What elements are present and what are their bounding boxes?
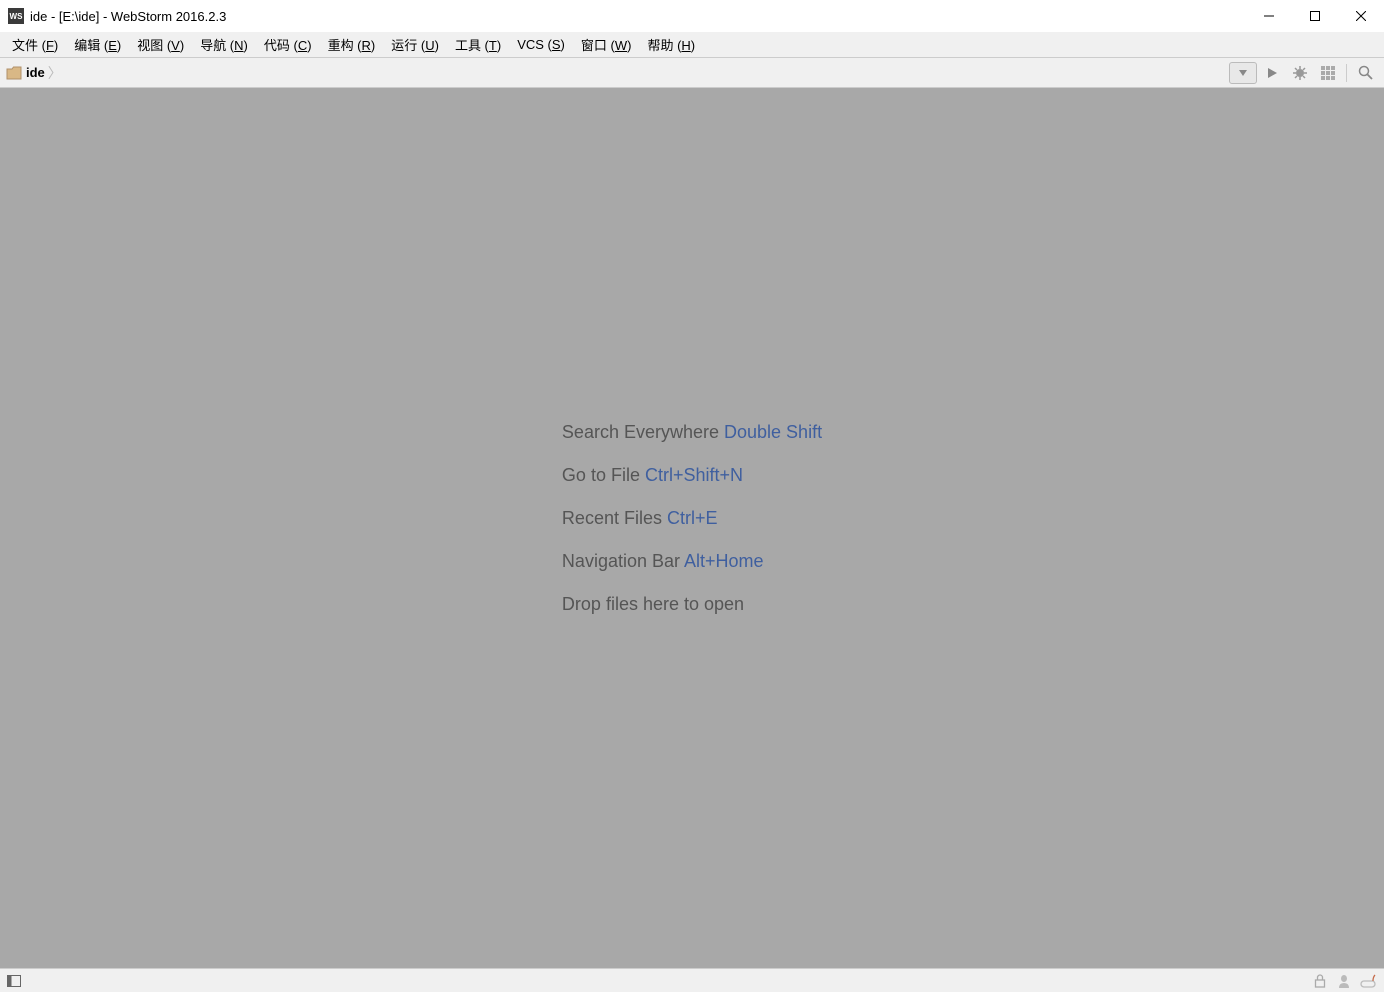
run-config-dropdown[interactable] [1229, 62, 1257, 84]
titlebar: WS ide - [E:\ide] - WebStorm 2016.2.3 [0, 0, 1384, 32]
menu-file[interactable]: 文件 (F) [4, 33, 66, 56]
editor-hints: Search Everywhere Double Shift Go to Fil… [562, 422, 822, 637]
menu-window[interactable]: 窗口 (W) [573, 33, 640, 56]
folder-icon [6, 66, 22, 80]
maximize-button[interactable] [1292, 0, 1338, 32]
menu-run[interactable]: 运行 (U) [383, 33, 447, 56]
statusbar [0, 968, 1384, 992]
hint-drop-files: Drop files here to open [562, 594, 822, 615]
editor-area[interactable]: Search Everywhere Double Shift Go to Fil… [0, 88, 1384, 968]
hint-navigation-bar: Navigation Bar Alt+Home [562, 551, 822, 572]
window-controls [1246, 0, 1384, 32]
hector-icon[interactable] [1358, 971, 1378, 991]
run-button[interactable] [1259, 62, 1285, 84]
menu-tools[interactable]: 工具 (T) [447, 33, 509, 56]
menu-vcs[interactable]: VCS (S) [509, 35, 573, 54]
navigation-bar: ide 〉 [0, 58, 1384, 88]
menu-view[interactable]: 视图 (V) [129, 33, 192, 56]
search-button[interactable] [1352, 62, 1378, 84]
menu-refactor[interactable]: 重构 (R) [320, 33, 384, 56]
menu-help[interactable]: 帮助 (H) [639, 33, 703, 56]
menu-navigate[interactable]: 导航 (N) [192, 33, 256, 56]
hint-go-to-file: Go to File Ctrl+Shift+N [562, 465, 822, 486]
hint-recent-files: Recent Files Ctrl+E [562, 508, 822, 529]
toolbar-right [1229, 62, 1378, 84]
separator [1346, 64, 1347, 82]
chevron-right-icon: 〉 [48, 63, 62, 83]
lock-icon[interactable] [1310, 971, 1330, 991]
toolwindow-toggle-button[interactable] [6, 973, 22, 989]
window-title: ide - [E:\ide] - WebStorm 2016.2.3 [30, 9, 226, 24]
menubar: 文件 (F) 编辑 (E) 视图 (V) 导航 (N) 代码 (C) 重构 (R… [0, 32, 1384, 58]
close-button[interactable] [1338, 0, 1384, 32]
breadcrumb-project[interactable]: ide [26, 65, 45, 80]
menu-edit[interactable]: 编辑 (E) [66, 33, 129, 56]
app-logo-icon: WS [8, 8, 24, 24]
stop-button[interactable] [1315, 62, 1341, 84]
hint-search-everywhere: Search Everywhere Double Shift [562, 422, 822, 443]
minimize-button[interactable] [1246, 0, 1292, 32]
debug-button[interactable] [1287, 62, 1313, 84]
menu-code[interactable]: 代码 (C) [256, 33, 320, 56]
inspector-icon[interactable] [1334, 971, 1354, 991]
